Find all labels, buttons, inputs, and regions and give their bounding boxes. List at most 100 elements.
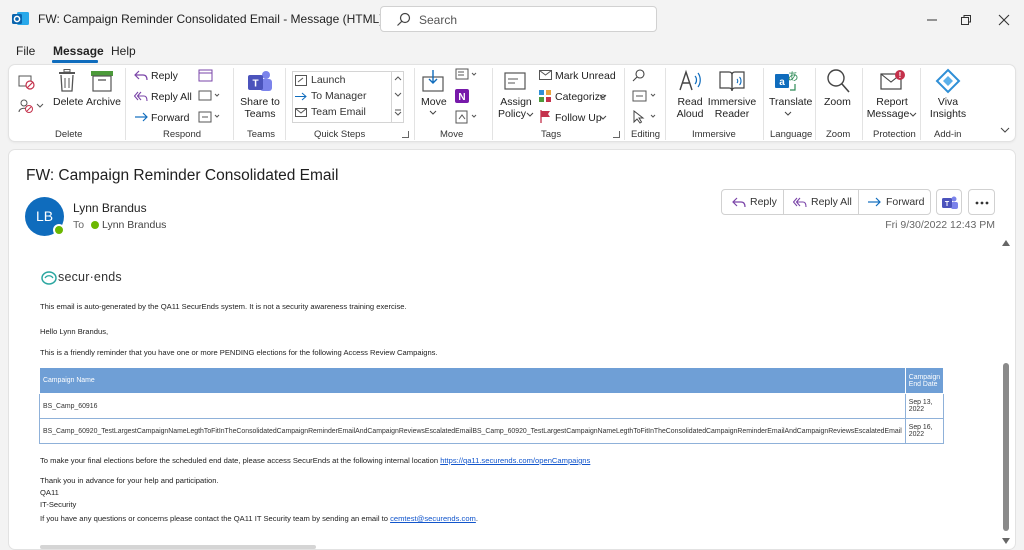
teams-share-icon: T	[248, 71, 272, 91]
reply-action-button[interactable]: Reply	[722, 190, 783, 214]
sender-name[interactable]: Lynn Brandus	[73, 201, 147, 215]
reply-all-action-button[interactable]: Reply All	[784, 190, 858, 214]
active-tab-indicator	[52, 60, 98, 63]
reply-all-icon	[134, 91, 148, 102]
minimize-icon[interactable]	[922, 10, 942, 30]
more-respond-icon[interactable]	[198, 110, 222, 124]
securends-logo: secur·ends	[58, 270, 122, 284]
open-campaigns-link[interactable]: https://qa11.securends.com/openCampaigns	[440, 456, 590, 465]
tab-file[interactable]: File	[16, 44, 35, 58]
scroll-down-icon[interactable]	[1002, 538, 1010, 544]
recipient-name[interactable]: Lynn Brandus	[102, 219, 166, 231]
forward-action-button[interactable]: Forward	[859, 190, 931, 214]
separator	[862, 68, 863, 140]
quick-steps-group-label: Quick Steps	[314, 129, 366, 140]
reply-button[interactable]: Reply	[151, 70, 178, 82]
horizontal-scrollbar[interactable]	[40, 545, 316, 549]
meeting-icon[interactable]	[198, 68, 214, 82]
move-button[interactable]: Move	[421, 96, 447, 108]
archive-button[interactable]: Archive	[86, 96, 121, 108]
table-header-row: Campaign Name Campaign End Date	[39, 367, 945, 394]
assign-policy-label-2: Policy	[497, 108, 526, 120]
reply-icon	[134, 70, 148, 81]
block-sender-icon[interactable]	[18, 98, 44, 114]
viva-insights-button[interactable]: Viva	[928, 96, 968, 108]
chevron-down-icon[interactable]	[526, 112, 534, 118]
zoom-button[interactable]: Zoom	[824, 96, 851, 108]
translate-button[interactable]: Translate	[769, 96, 812, 108]
chevron-down-icon[interactable]	[599, 94, 607, 100]
reply-all-button[interactable]: Reply All	[151, 91, 192, 103]
select-icon[interactable]	[632, 110, 658, 124]
delete-button[interactable]: Delete	[53, 96, 83, 108]
read-aloud-button[interactable]: Read	[671, 96, 709, 108]
campaign-name-cell: BS_Camp_60916	[39, 393, 906, 419]
quick-step-launch[interactable]: Launch	[311, 74, 345, 86]
flag-icon	[540, 110, 550, 123]
forward-button[interactable]: Forward	[151, 112, 190, 124]
contact-sentence: If you have any questions or concerns pl…	[40, 514, 391, 523]
chevron-down-icon[interactable]	[909, 112, 917, 118]
separator	[233, 68, 234, 140]
immersive-reader-button[interactable]: Immersive	[707, 96, 757, 108]
campaign-end-date-header: Campaign End Date	[904, 367, 945, 394]
separator	[285, 68, 286, 140]
more-actions-button[interactable]	[968, 189, 995, 215]
language-group-label: Language	[770, 129, 813, 140]
scrollbar-thumb[interactable]	[1003, 363, 1009, 531]
quick-step-team-email[interactable]: Team Email	[311, 106, 366, 118]
mark-unread-button[interactable]: Mark Unread	[555, 70, 616, 82]
outlook-icon	[12, 12, 29, 25]
title-bar: FW: Campaign Reminder Consolidated Email…	[0, 0, 1024, 40]
restore-icon[interactable]	[956, 10, 976, 30]
search-placeholder: Search	[419, 13, 458, 27]
immersive-group-label: Immersive	[692, 129, 736, 140]
quick-step-to-manager[interactable]: To Manager	[311, 90, 366, 102]
onenote-icon[interactable]: N	[455, 89, 469, 103]
quick-steps-launcher-icon[interactable]	[402, 131, 409, 138]
close-icon[interactable]	[994, 10, 1014, 30]
share-to-teams-button[interactable]: Share to	[239, 96, 281, 108]
search-icon	[397, 12, 411, 26]
assign-policy-button[interactable]: Assign	[496, 96, 536, 108]
tags-launcher-icon[interactable]	[613, 131, 620, 138]
tab-help[interactable]: Help	[111, 44, 136, 58]
separator	[624, 68, 625, 140]
vertical-scrollbar[interactable]	[1000, 238, 1014, 548]
collapse-ribbon-icon[interactable]	[1000, 127, 1010, 134]
quick-steps-scroll[interactable]	[391, 72, 403, 122]
rules-icon[interactable]	[455, 68, 479, 82]
protection-group-label: Protection	[873, 129, 916, 140]
message-subject: FW: Campaign Reminder Consolidated Email	[26, 167, 339, 184]
find-icon[interactable]	[632, 68, 646, 82]
svg-text:!: !	[899, 71, 902, 80]
im-icon[interactable]	[198, 89, 220, 103]
svg-text:a: a	[779, 77, 785, 88]
report-message-button[interactable]: Report	[871, 96, 913, 108]
to-label: To	[73, 219, 85, 231]
search-box[interactable]: Search	[380, 6, 657, 32]
scroll-up-icon[interactable]	[1002, 240, 1010, 246]
zoom-group-label: Zoom	[826, 129, 851, 140]
zoom-icon	[827, 69, 850, 93]
immersive-reader-label-2: Reader	[714, 108, 750, 120]
ignore-icon[interactable]	[18, 74, 36, 90]
chevron-down-icon[interactable]	[599, 115, 607, 121]
chevron-down-icon[interactable]	[429, 110, 437, 116]
chevron-down-icon[interactable]	[784, 111, 792, 117]
forward-icon	[868, 197, 881, 207]
viva-insights-label-2: Insights	[929, 108, 967, 120]
chevron-down-icon[interactable]	[394, 92, 402, 98]
teams-chat-button[interactable]: T	[936, 189, 962, 215]
contact-email-link[interactable]: cemtest@securends.com	[390, 514, 476, 523]
delete-group-label: Delete	[55, 129, 83, 140]
replace-icon[interactable]	[632, 89, 658, 103]
expand-icon[interactable]	[394, 109, 402, 117]
tab-message[interactable]: Message	[53, 44, 104, 58]
greeting: Hello Lynn Brandus,	[40, 327, 109, 336]
chevron-up-icon[interactable]	[394, 75, 402, 81]
presence-dot-icon	[91, 221, 99, 229]
follow-up-button[interactable]: Follow Up	[555, 112, 602, 124]
message-actions: Reply Reply All Forward	[721, 189, 931, 215]
actions-icon[interactable]	[455, 110, 479, 124]
